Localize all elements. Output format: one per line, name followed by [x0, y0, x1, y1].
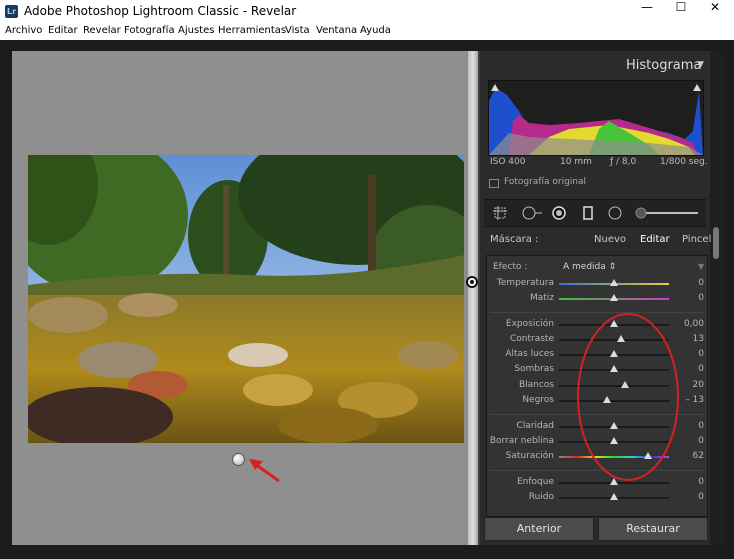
menu-archivo[interactable]: Archivo — [5, 25, 42, 36]
slider-label: Ruido — [528, 492, 554, 502]
effect-label: Efecto : — [493, 262, 528, 272]
slider-value[interactable]: 0 — [672, 293, 704, 303]
annotation-arrow — [249, 459, 280, 483]
effect-dropdown[interactable]: A medida ⇕ — [563, 262, 616, 272]
collapse-triangle-icon[interactable]: ▼ — [697, 60, 704, 70]
mask-edit-button[interactable]: Editar — [640, 234, 670, 245]
slider-thumb[interactable] — [610, 279, 618, 286]
menu-vista[interactable]: Vista — [285, 25, 310, 36]
original-photo-checkbox[interactable] — [489, 179, 499, 188]
menu-fotografia[interactable]: Fotografía — [124, 25, 175, 36]
mask-label: Máscara : — [490, 234, 539, 245]
lightroom-app-icon: Lr — [5, 5, 18, 18]
histogram-shutter: 1/800 seg. — [660, 157, 708, 167]
slider-label: Enfoque — [516, 477, 554, 487]
divider-knob[interactable] — [466, 276, 478, 288]
close-button[interactable]: ✕ — [698, 0, 732, 23]
mask-new-button[interactable]: Nuevo — [594, 234, 626, 245]
radial-filter-icon[interactable] — [608, 206, 622, 220]
slider-label: Contraste — [510, 334, 554, 344]
adjustment-brush-icon[interactable] — [634, 206, 698, 220]
graduated-filter-icon[interactable] — [581, 206, 595, 220]
window-title: Adobe Photoshop Lightroom Classic - Reve… — [24, 4, 297, 18]
red-eye-icon[interactable] — [552, 206, 566, 220]
histogram-focal: 10 mm — [560, 157, 592, 167]
slider-label: Borrar neblina — [489, 436, 554, 446]
before-after-divider[interactable] — [468, 51, 478, 545]
top-panel-toggle-strip[interactable] — [0, 40, 734, 51]
bottom-panel-toggle-strip[interactable] — [0, 545, 734, 559]
slider-label: Negros — [522, 395, 554, 405]
slider-value[interactable]: 0 — [672, 278, 704, 288]
reset-button[interactable]: Restaurar — [598, 517, 708, 541]
histogram-title[interactable]: Histograma — [626, 58, 701, 73]
menu-herramientas[interactable]: Herramientas — [218, 25, 286, 36]
scrollbar-thumb[interactable] — [713, 227, 719, 259]
effect-value: A medida — [563, 262, 606, 272]
menu-bar: Archivo Editar Revelar Fotografía Ajuste… — [0, 23, 734, 41]
panel-collapse-icon[interactable]: ▼ — [698, 262, 704, 271]
minimize-button[interactable]: — — [630, 0, 664, 23]
crop-overlay-icon[interactable] — [493, 206, 507, 220]
slider-thumb[interactable] — [610, 493, 618, 500]
maximize-button[interactable]: ☐ — [664, 0, 698, 23]
slider-label: Sombras — [514, 364, 554, 374]
mask-brush-button[interactable]: Pincel — [682, 234, 711, 245]
slider-label: Blancos — [518, 380, 554, 390]
menu-revelar[interactable]: Revelar — [83, 25, 121, 36]
histogram-aperture: ƒ / 8,0 — [610, 157, 637, 167]
histogram-graph — [488, 80, 704, 156]
slider-label: Saturación — [505, 451, 554, 461]
photo-preview[interactable] — [28, 155, 464, 443]
left-panel-toggle-strip[interactable] — [0, 51, 12, 545]
slider-label: Claridad — [516, 421, 554, 431]
menu-editar[interactable]: Editar — [48, 25, 78, 36]
menu-ventana[interactable]: Ventana — [316, 25, 357, 36]
histogram-iso: ISO 400 — [490, 157, 526, 167]
menu-ajustes[interactable]: Ajustes — [178, 25, 214, 36]
slider-label: Exposición — [505, 319, 554, 329]
menu-ayuda[interactable]: Ayuda — [360, 25, 391, 36]
slider-value[interactable]: 0 — [672, 492, 704, 502]
title-bar: Lr Adobe Photoshop Lightroom Classic - R… — [0, 0, 734, 23]
effect-dropdown-icon: ⇕ — [608, 262, 617, 272]
slider-thumb[interactable] — [610, 294, 618, 301]
annotation-ellipse — [577, 313, 679, 481]
zoom-handle[interactable] — [232, 453, 245, 466]
spot-removal-icon[interactable] — [522, 206, 542, 220]
slider-label: Altas luces — [505, 349, 554, 359]
right-panel-toggle-strip[interactable] — [724, 51, 734, 545]
slider-label: Matiz — [529, 293, 554, 303]
previous-button[interactable]: Anterior — [484, 517, 594, 541]
panel-scrollbar[interactable] — [710, 51, 724, 545]
slider-label: Temperatura — [496, 278, 554, 288]
original-photo-label: Fotografía original — [504, 177, 587, 187]
tool-strip — [484, 199, 706, 227]
